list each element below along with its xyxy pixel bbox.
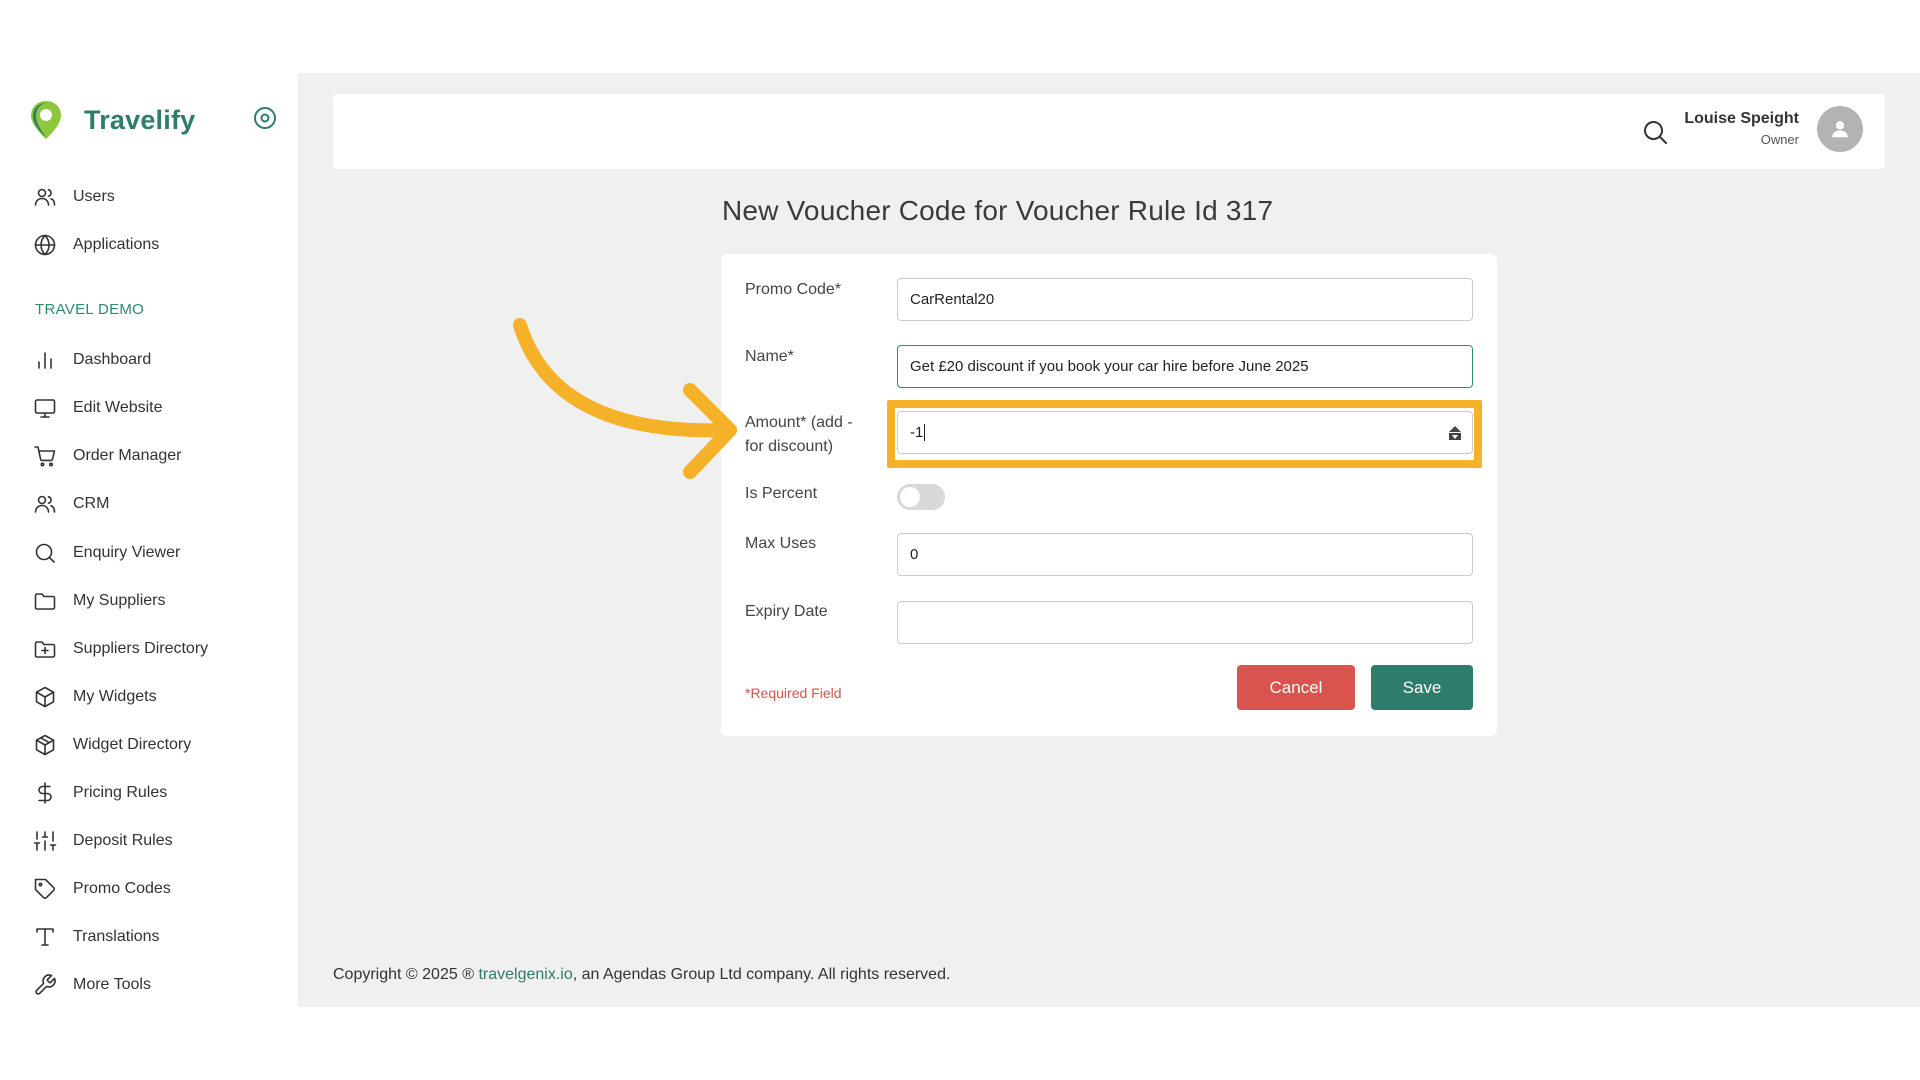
sidebar-item-label: My Suppliers [73,592,166,609]
required-field-note: *Required Field [745,685,842,701]
amount-value: -1 [910,424,924,441]
sidebar-item-label: Translations [73,928,160,945]
promo-code-input[interactable]: CarRental20 [897,278,1473,321]
sidebar-item-enquiry-viewer[interactable]: Enquiry Viewer [32,538,180,568]
sidebar-item-translations[interactable]: Translations [32,922,160,952]
is-percent-toggle[interactable] [897,484,945,510]
sidebar-item-label: Dashboard [73,351,152,368]
search-icon [32,540,58,566]
sidebar-item-label: Applications [73,236,160,253]
sidebar-item-more-tools[interactable]: More Tools [32,970,151,1000]
box-icon [32,684,58,710]
toggle-knob [900,487,920,507]
sidebar-item-label: CRM [73,495,110,512]
sidebar-item-applications[interactable]: Applications [32,230,159,260]
users-icon [32,184,58,210]
footer-copyright: Copyright © 2025 ® [333,966,479,983]
footer: Copyright © 2025 ® travelgenix.io, an Ag… [333,966,950,984]
cancel-button[interactable]: Cancel [1237,665,1355,710]
sidebar-item-label: Promo Codes [73,880,171,897]
sidebar-item-label: Users [73,188,115,205]
folder-icon [32,588,58,614]
app-shell: Travelify Users Applications TRAVEL DEMO… [0,73,1920,1007]
search-icon[interactable] [1641,118,1669,146]
bar-chart-icon [32,347,58,373]
max-uses-label: Max Uses [745,535,817,552]
wrench-icon [32,972,58,998]
sliders-icon [32,828,58,854]
top-bar: Louise Speight Owner [333,94,1885,169]
sidebar-item-deposit-rules[interactable]: Deposit Rules [32,826,173,856]
boxes-icon [32,732,58,758]
sidebar-item-label: Enquiry Viewer [73,544,181,561]
sidebar-item-order-manager[interactable]: Order Manager [32,441,182,471]
sidebar-item-dashboard[interactable]: Dashboard [32,345,151,375]
number-stepper-icon[interactable] [1446,424,1464,442]
amount-input[interactable]: -1 [897,411,1473,454]
max-uses-input[interactable]: 0 [897,533,1473,576]
sidebar-item-label: Deposit Rules [73,832,173,849]
expiry-date-input[interactable] [897,601,1473,644]
footer-link[interactable]: travelgenix.io [478,966,572,983]
sidebar-item-promo-codes[interactable]: Promo Codes [32,874,171,904]
promo-code-label: Promo Code* [745,281,842,298]
sidebar-item-crm[interactable]: CRM [32,489,109,519]
is-percent-label: Is Percent [745,485,818,502]
globe-icon [32,232,58,258]
avatar[interactable] [1817,106,1863,152]
cart-icon [32,443,58,469]
user-role: Owner [1760,132,1799,147]
brand-name: Travelify [84,104,196,135]
sidebar-item-suppliers-directory[interactable]: Suppliers Directory [32,634,208,664]
users-icon [32,491,58,517]
sidebar-item-my-suppliers[interactable]: My Suppliers [32,586,165,616]
sidebar-item-label: Order Manager [73,447,182,464]
type-icon [32,924,58,950]
sidebar-item-label: Widget Directory [73,736,192,753]
amount-label: Amount* (add - for discount) [745,414,853,455]
sidebar-item-my-widgets[interactable]: My Widgets [32,682,157,712]
footer-suffix: , an Agendas Group Ltd company. All righ… [572,966,951,983]
save-button[interactable]: Save [1371,665,1473,710]
sidebar-item-label: Pricing Rules [73,784,168,801]
user-name: Louise Speight [1684,110,1799,127]
expiry-date-label: Expiry Date [745,603,828,620]
brand[interactable]: Travelify [28,95,195,145]
sidebar-item-users[interactable]: Users [32,182,115,212]
sidebar-item-widget-directory[interactable]: Widget Directory [32,730,191,760]
text-cursor [924,424,926,441]
sidebar-item-edit-website[interactable]: Edit Website [32,393,163,423]
monitor-icon [32,395,58,421]
sidebar-item-label: Edit Website [73,399,163,416]
folder-plus-icon [32,636,58,662]
travelify-logo-icon [31,101,61,139]
sidebar-item-label: More Tools [73,976,151,993]
sidebar-item-label: My Widgets [73,688,157,705]
sidebar-item-pricing-rules[interactable]: Pricing Rules [32,778,167,808]
dollar-icon [32,780,58,806]
user-icon [1832,121,1848,138]
tag-icon [32,876,58,902]
sidebar-toggle-icon[interactable] [252,105,278,131]
sidebar: Travelify Users Applications TRAVEL DEMO… [0,73,298,1007]
name-input[interactable]: Get £20 discount if you book your car hi… [897,345,1473,388]
page-title: New Voucher Code for Voucher Rule Id 317 [722,195,1274,226]
voucher-form-card: Promo Code* CarRental20 Name* Get £20 di… [721,254,1497,736]
user-info[interactable]: Louise Speight Owner [1684,110,1799,147]
sidebar-item-label: Suppliers Directory [73,640,209,657]
section-title-travel-demo: TRAVEL DEMO [35,301,145,318]
name-label: Name* [745,348,794,365]
